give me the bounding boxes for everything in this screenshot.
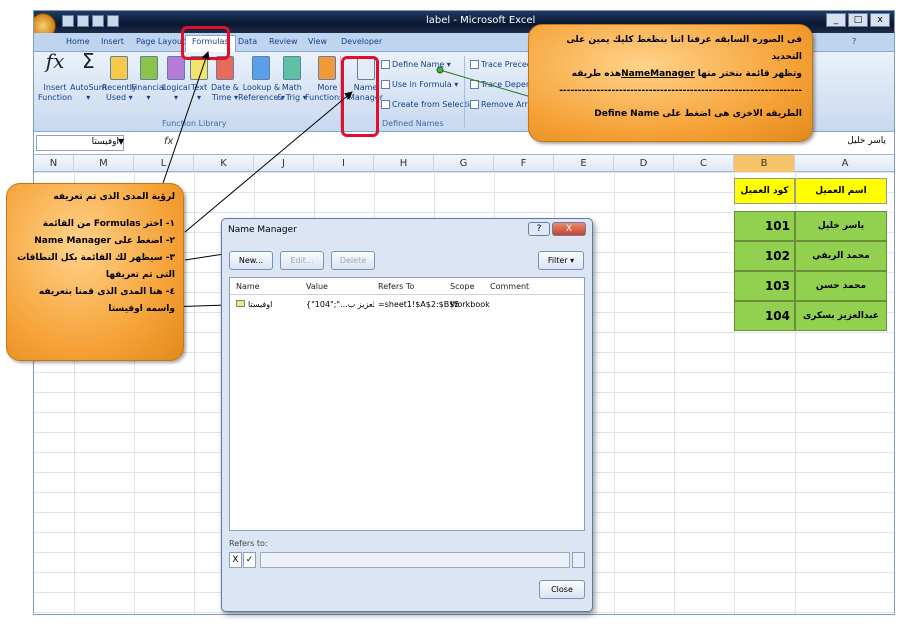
dialog-close-x-button[interactable]: X (552, 222, 586, 236)
col-scope-header[interactable]: Scope (450, 282, 474, 291)
callout-left-line1: ١- اختر Formulas من القائمة (42, 219, 175, 229)
callout-top-line2-text: وتظهر قائمة بنختر منها (697, 69, 802, 79)
callout-left-line0: لرؤية المدى الذى تم تعريفه (53, 192, 175, 202)
callout-top-line3-text: الطريقه الاخرى هى اضغط على (662, 109, 802, 119)
dialog-help-button[interactable]: ? (528, 222, 550, 236)
collapse-dialog-icon[interactable] (572, 552, 585, 568)
col-comment-header[interactable]: Comment (490, 282, 529, 291)
callout-top-divider: ----------------------------------------… (559, 86, 802, 96)
refers-to-label: Refers to: (229, 539, 268, 548)
callout-left-line2: ٢- اضغط على Name Manager (34, 236, 175, 246)
callout-top-line2-key: NameManager (621, 69, 695, 79)
callout-top-line2-end: هذه طريقه (571, 69, 622, 79)
dialog-controls: ? X (528, 222, 586, 236)
callout-left-line6: واسمه اوفيستا (108, 304, 175, 314)
callout-top-line3: الطريقه الاخرى هى اضغط على Define Name (535, 106, 802, 123)
close-dialog-button[interactable]: Close (539, 580, 585, 599)
col-value-header[interactable]: Value (306, 282, 328, 291)
callout-left-line4: التى تم تعريفها (105, 270, 175, 280)
edit-button[interactable]: Edit... (280, 251, 324, 270)
callout-left-line5: ٤- هنا المدى الذى قمنا بتعريفه (38, 287, 175, 297)
row-value: {"104";"...عبدالعزيز ب (306, 300, 374, 309)
refers-to-input[interactable] (260, 552, 570, 568)
callout-left: لرؤية المدى الذى تم تعريفه ١- اختر Formu… (6, 183, 184, 361)
dialog-title: Name Manager (228, 225, 297, 235)
callout-top-line2: وتظهر قائمة بنختر منها NameManagerهذه طر… (535, 66, 802, 83)
name-range-icon (236, 300, 245, 309)
col-name-header[interactable]: Name (236, 282, 260, 291)
names-list[interactable]: Name Value Refers To Scope Comment اوفيس… (229, 277, 585, 531)
callout-top-line1: فى الصوره السابقه عرفنا اننا بنظغط كليك … (566, 35, 802, 62)
callout-top-line3-key: Define Name (594, 109, 660, 119)
row-name: اوفيستا (248, 300, 273, 309)
row-scope: Workbook (450, 300, 490, 309)
name-manager-dialog: Name Manager ? X New... Edit... Delete F… (221, 218, 593, 612)
new-button[interactable]: New... (229, 251, 273, 270)
col-refers-header[interactable]: Refers To (378, 282, 414, 291)
filter-button[interactable]: Filter ▾ (538, 251, 584, 270)
cancel-edit-button[interactable]: X (229, 552, 242, 568)
confirm-edit-button[interactable]: ✓ (243, 552, 256, 568)
pointer-dot (436, 66, 444, 74)
delete-button[interactable]: Delete (331, 251, 375, 270)
list-divider (230, 294, 584, 295)
arrow-to-formulas (159, 51, 210, 193)
callout-top: فى الصوره السابقه عرفنا اننا بنظغط كليك … (528, 24, 813, 142)
callout-left-line3: ٣- سيظهر لك القائمة بكل النطاقات (17, 253, 175, 263)
arrow-to-name-manager (184, 91, 353, 233)
row-refers-to: =sheet1!$A$2:$B$5 (378, 300, 460, 309)
